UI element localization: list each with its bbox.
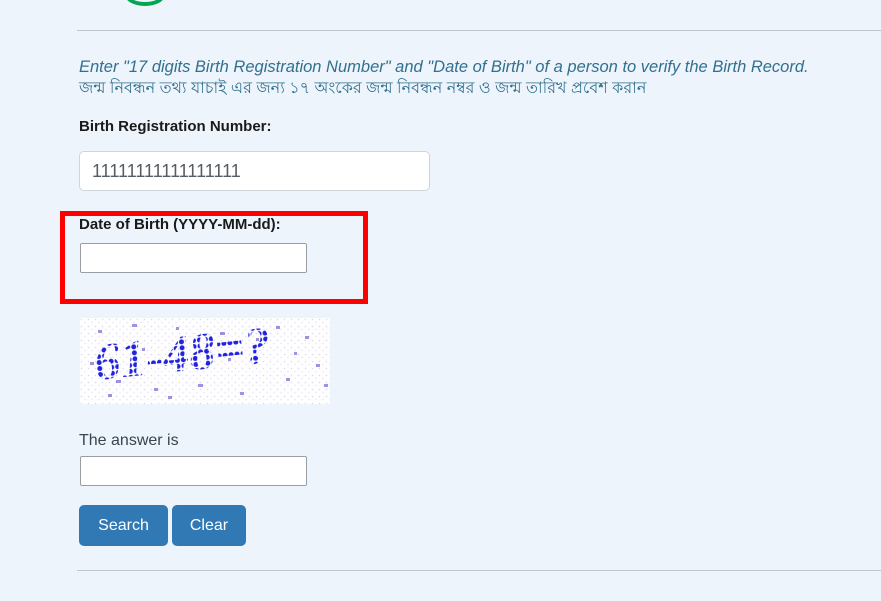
- verification-page: Enter "17 digits Birth Registration Numb…: [0, 0, 881, 601]
- instructions-bangla: জন্ম নিবন্ধন তথ্য যাচাই এর জন্য ১৭ অংকের…: [79, 80, 647, 98]
- birth-registration-number-label: Birth Registration Number:: [79, 118, 272, 135]
- bottom-divider: [77, 570, 881, 571]
- search-button[interactable]: Search: [79, 505, 168, 546]
- birth-registration-number-input[interactable]: [79, 151, 430, 191]
- instructions-block: Enter "17 digits Birth Registration Numb…: [79, 56, 869, 100]
- captcha-answer-label: The answer is: [79, 432, 179, 449]
- site-logo-icon: [125, 0, 165, 6]
- clear-button[interactable]: Clear: [172, 505, 246, 546]
- top-divider: [77, 30, 881, 31]
- captcha-answer-input[interactable]: [80, 456, 307, 486]
- captcha-image: 61-48=?: [80, 318, 330, 404]
- instructions-english: Enter "17 digits Birth Registration Numb…: [79, 58, 809, 76]
- date-of-birth-label: Date of Birth (YYYY-MM-dd):: [79, 216, 281, 233]
- date-of-birth-input[interactable]: [80, 243, 307, 273]
